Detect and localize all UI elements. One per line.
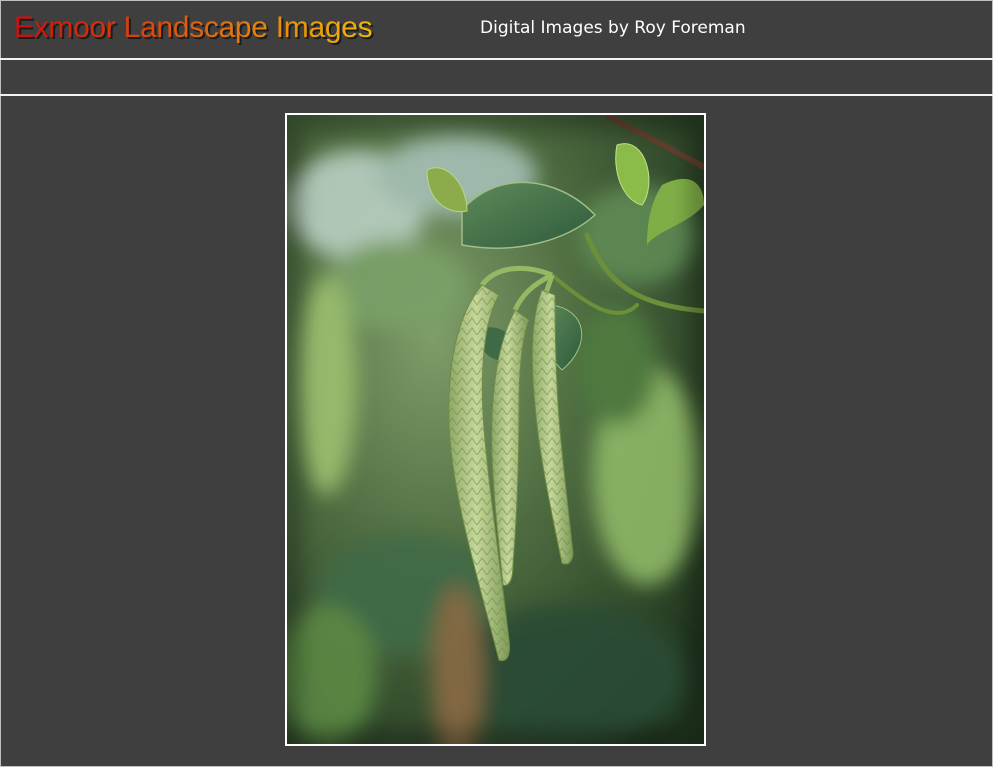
nav-bar xyxy=(0,60,993,94)
site-subtitle: Digital Images by Roy Foreman xyxy=(480,18,746,38)
site-title[interactable]: Exmoor Landscape Images xyxy=(14,9,373,47)
page: Exmoor Landscape Images Digital Images b… xyxy=(0,0,993,767)
catkins-photo-drawing xyxy=(287,115,704,744)
catkins-photo[interactable] xyxy=(285,113,706,746)
site-header: Exmoor Landscape Images Digital Images b… xyxy=(0,0,993,59)
